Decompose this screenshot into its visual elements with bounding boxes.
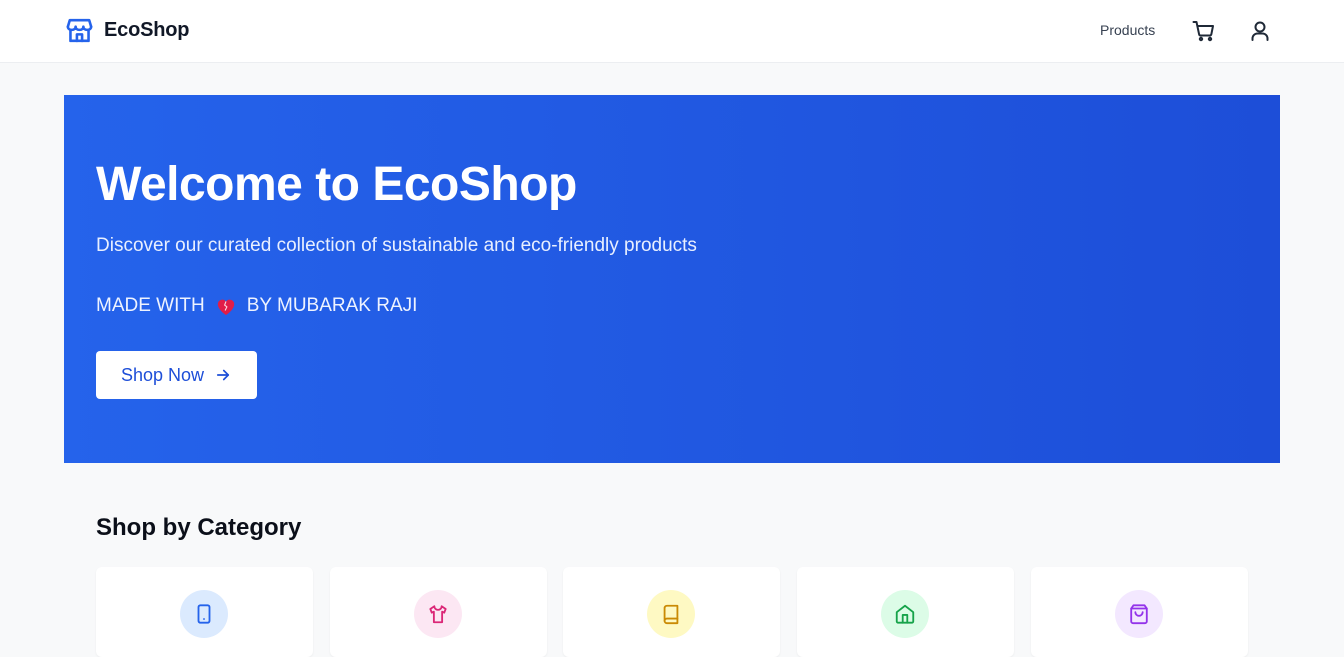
hero-credit: MADE WITH BY MUBARAK RAJI [96, 295, 417, 317]
category-card-electronics[interactable] [96, 567, 313, 657]
shop-now-button[interactable]: Shop Now [96, 351, 257, 399]
arrow-right-icon [216, 369, 230, 381]
category-icon-badge [881, 590, 929, 638]
category-card-bags[interactable] [1031, 567, 1248, 657]
shirt-icon [429, 605, 447, 624]
category-icon-badge [414, 590, 462, 638]
nav-link-products[interactable]: Products [1100, 22, 1155, 38]
category-grid [96, 567, 1248, 657]
home-icon [895, 604, 915, 624]
book-icon [663, 604, 679, 625]
category-card-home[interactable] [797, 567, 1014, 657]
credit-prefix: MADE WITH [96, 295, 205, 316]
hero-title: Welcome to EcoShop [96, 158, 577, 211]
category-icon-badge [647, 590, 695, 638]
hero-subtitle: Discover our curated collection of susta… [96, 235, 697, 256]
category-icon-badge [1115, 590, 1163, 638]
category-section-title: Shop by Category [96, 514, 302, 541]
shopping-bag-icon [1130, 604, 1148, 625]
user-account-icon[interactable] [1248, 19, 1272, 43]
category-card-books[interactable] [563, 567, 780, 657]
shopping-cart-icon[interactable] [1192, 19, 1216, 43]
smartphone-icon [197, 604, 211, 624]
category-card-clothing[interactable] [330, 567, 547, 657]
category-icon-badge [180, 590, 228, 638]
store-icon [66, 18, 93, 43]
brand-name: EcoShop [104, 19, 190, 41]
hero-banner: Welcome to EcoShop Discover our curated … [64, 95, 1280, 463]
brand-logo-link[interactable]: EcoShop [64, 15, 189, 46]
top-navigation-bar: EcoShop Products [0, 0, 1344, 63]
shop-now-label: Shop Now [120, 364, 205, 385]
credit-suffix: BY MUBARAK RAJI [246, 295, 418, 316]
heart-icon [217, 299, 234, 316]
